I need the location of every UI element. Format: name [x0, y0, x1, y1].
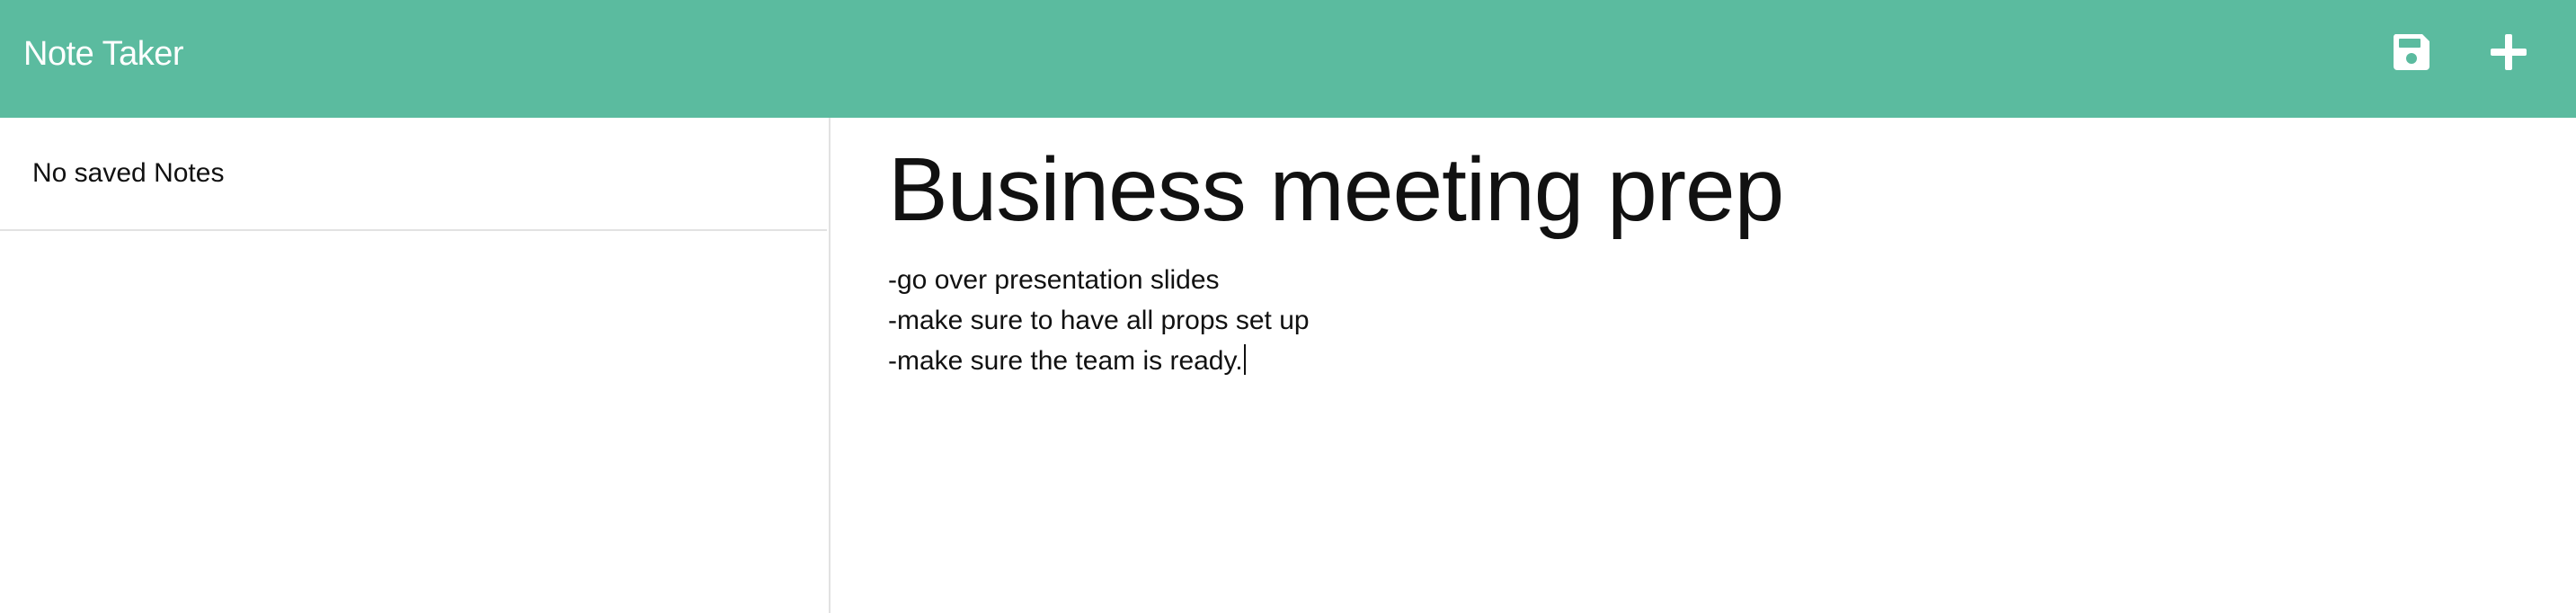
new-note-button[interactable] [2487, 31, 2530, 74]
note-text-area[interactable]: -go over presentation slides -make sure … [888, 260, 2506, 381]
note-line: -go over presentation slides [888, 265, 1220, 295]
list-item: No saved Notes [0, 118, 827, 231]
save-note-button[interactable] [2390, 31, 2433, 74]
navbar: Note Taker [0, 0, 2576, 118]
note-editor: Business meeting prep -go over presentat… [831, 118, 2576, 613]
notes-sidebar: No saved Notes [0, 118, 831, 613]
floppy-disk-icon [2393, 34, 2429, 70]
text-caret [1243, 344, 1246, 375]
app-title[interactable]: Note Taker [23, 32, 184, 76]
note-title-input[interactable]: Business meeting prep [888, 136, 2506, 244]
note-line-text: -make sure the team is ready. [888, 346, 1243, 376]
note-line: -make sure to have all props set up [888, 306, 1310, 335]
note-line: -make sure the team is ready. [888, 341, 2506, 381]
plus-icon [2491, 34, 2527, 70]
no-notes-message: No saved Notes [32, 158, 225, 188]
